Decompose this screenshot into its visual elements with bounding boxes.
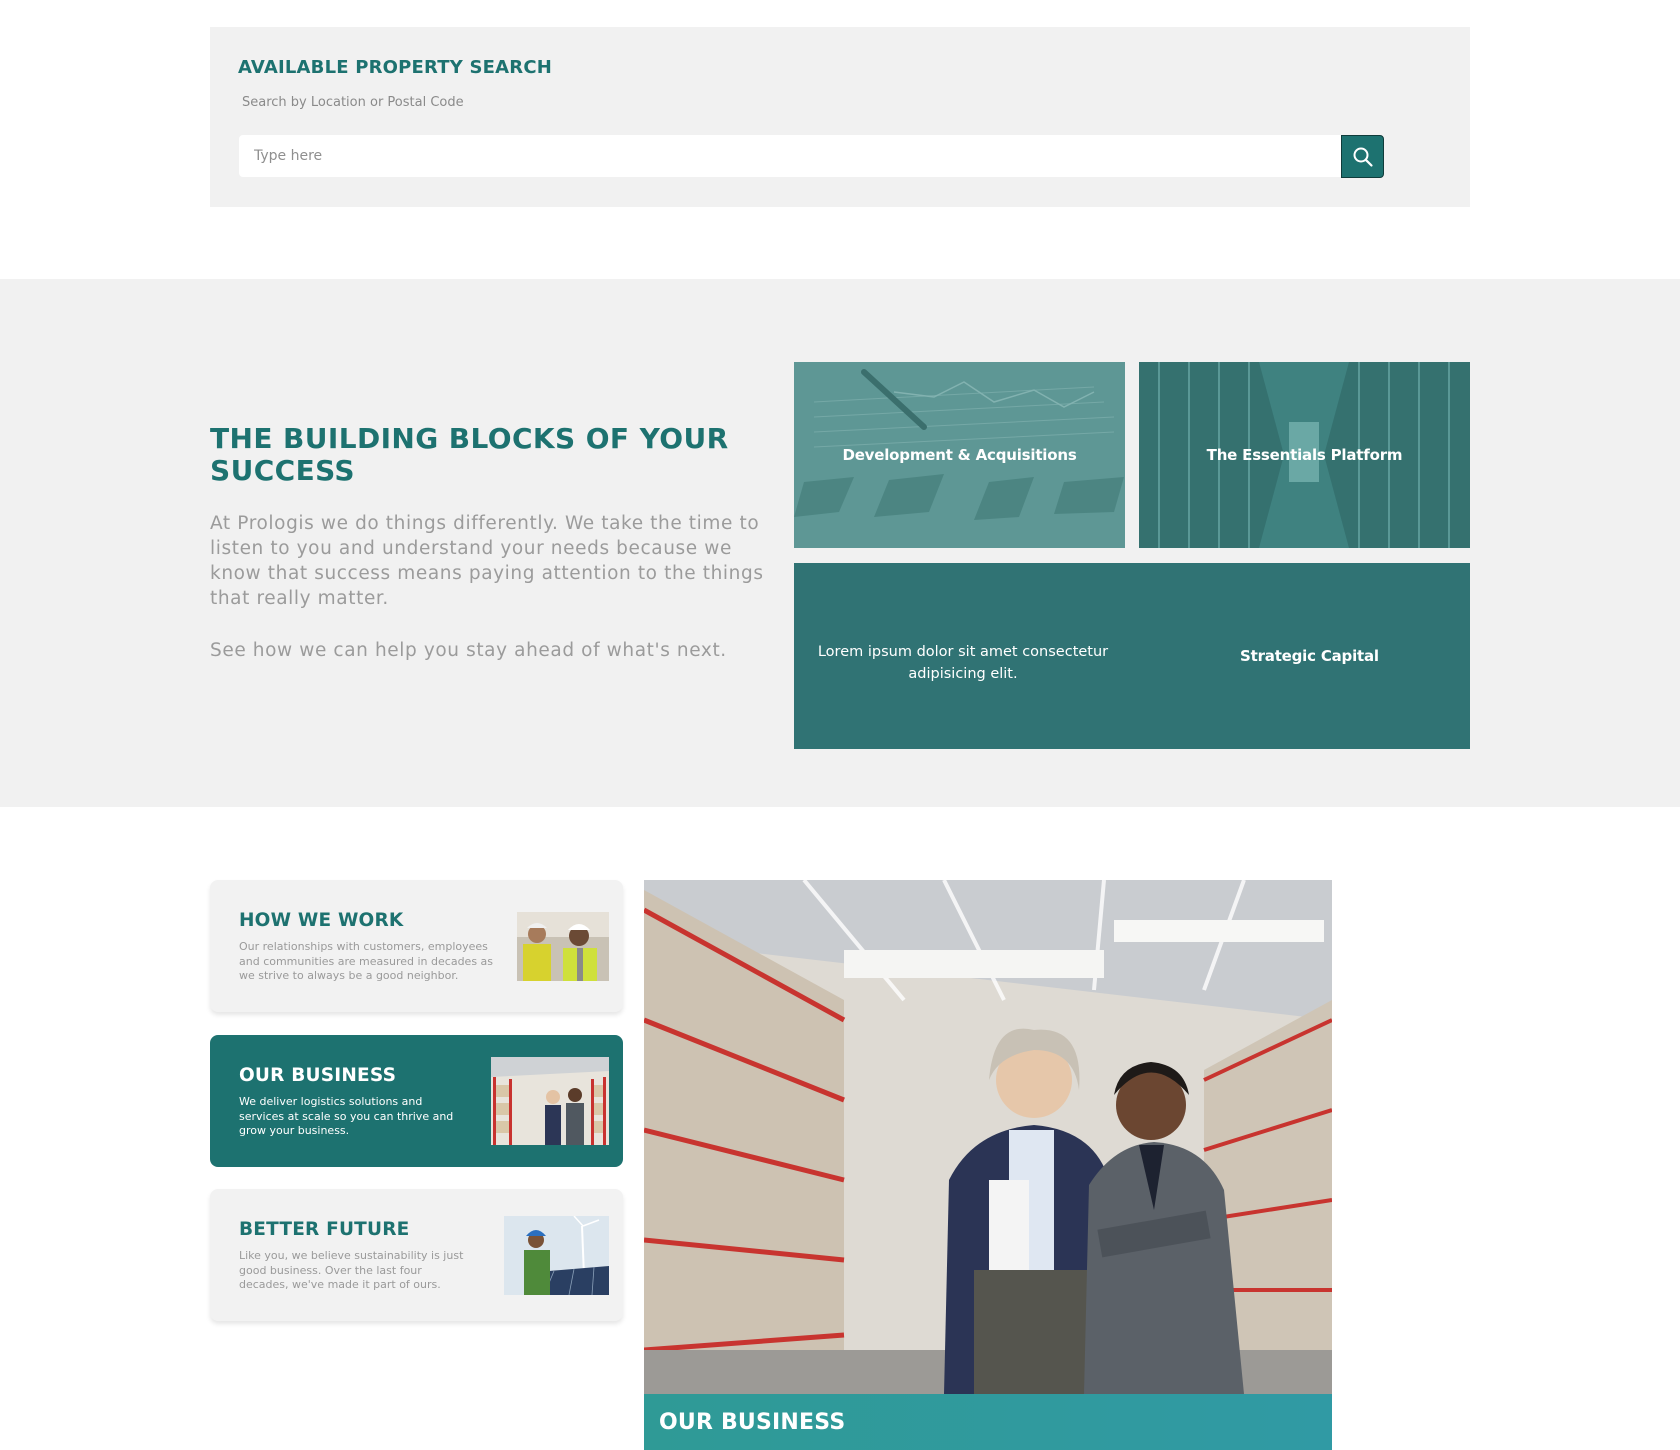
solar-worker-thumbnail — [504, 1216, 609, 1295]
building-blocks-cta-text: See how we can help you stay ahead of wh… — [210, 640, 727, 661]
card-our-business[interactable]: OUR BUSINESS We deliver logistics soluti… — [210, 1035, 623, 1167]
card-our-business-title: OUR BUSINESS — [239, 1065, 397, 1086]
card-how-we-work-text: Our relationships with customers, employ… — [239, 940, 494, 982]
card-better-future-text: Like you, we believe sustainability is j… — [239, 1249, 464, 1291]
tile-essentials-platform-label: The Essentials Platform — [1206, 446, 1403, 464]
tile-strategic-capital-label: Strategic Capital — [1240, 647, 1379, 665]
search-icon — [1353, 147, 1373, 167]
search-input[interactable] — [239, 135, 1341, 177]
warehouse-thumbnail — [491, 1057, 609, 1145]
tile-essentials-platform[interactable]: The Essentials Platform — [1139, 362, 1470, 548]
search-title: AVAILABLE PROPERTY SEARCH — [238, 57, 552, 78]
tile-strategic-capital[interactable]: Lorem ipsum dolor sit amet consectetur a… — [794, 563, 1470, 749]
our-business-hero[interactable]: OUR BUSINESS — [644, 880, 1332, 1450]
property-search-panel: AVAILABLE PROPERTY SEARCH Search by Loca… — [210, 27, 1470, 207]
card-how-we-work-title: HOW WE WORK — [239, 910, 404, 931]
card-our-business-text: We deliver logistics solutions and servi… — [239, 1095, 454, 1137]
building-blocks-paragraph: At Prologis we do things differently. We… — [210, 513, 764, 609]
tile-strategic-capital-description: Lorem ipsum dolor sit amet consectetur a… — [817, 644, 1109, 682]
building-blocks-section: THE BUILDING BLOCKS OF YOUR SUCCESS At P… — [0, 279, 1680, 807]
building-blocks-title: THE BUILDING BLOCKS OF YOUR SUCCESS — [210, 422, 729, 487]
hero-caption: OUR BUSINESS — [659, 1410, 846, 1435]
search-subtitle: Search by Location or Postal Code — [242, 95, 464, 110]
card-better-future[interactable]: BETTER FUTURE Like you, we believe susta… — [210, 1189, 623, 1321]
search-button[interactable] — [1341, 135, 1384, 178]
card-how-we-work[interactable]: HOW WE WORK Our relationships with custo… — [210, 880, 623, 1012]
tile-development-acquisitions-label: Development & Acquisitions — [842, 446, 1077, 464]
tile-development-acquisitions[interactable]: Development & Acquisitions — [794, 362, 1125, 548]
warehouse-team-photo — [644, 880, 1332, 1394]
card-better-future-title: BETTER FUTURE — [239, 1219, 410, 1240]
workers-thumbnail — [517, 912, 609, 981]
hero-caption-bar: OUR BUSINESS — [644, 1394, 1332, 1450]
